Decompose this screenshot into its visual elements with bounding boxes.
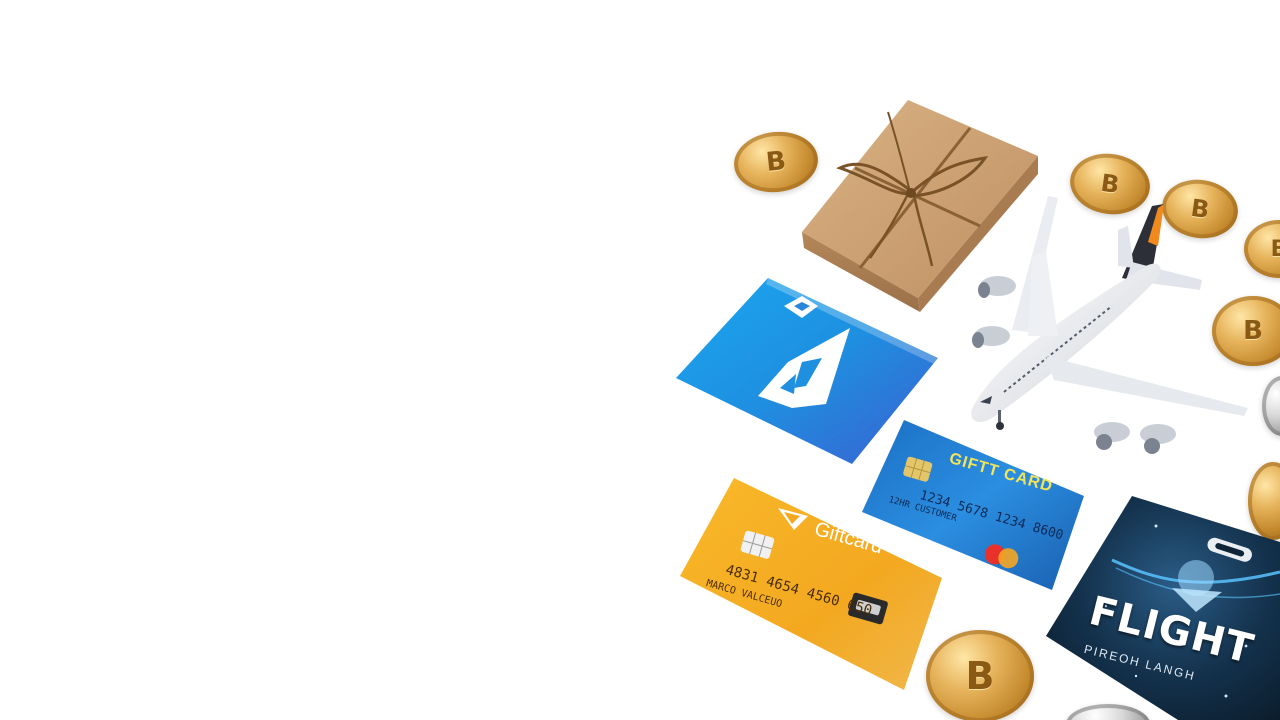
coin-symbol: B xyxy=(1098,168,1122,200)
coin-symbol: B xyxy=(764,146,788,178)
photo-scene: B B B B B B GIFTT CARD 1234 5678 1234 86… xyxy=(0,0,1280,720)
flight-gift-card: FLIGHT PIREOH LANGH xyxy=(1046,496,1280,720)
coin-symbol: B xyxy=(965,654,995,698)
silver-coin xyxy=(1262,376,1280,436)
orange-gift-card: Giftcard 4831 4654 4560 650 MARCO VALCEU… xyxy=(680,478,942,690)
bitcoin-coin: B xyxy=(926,630,1034,720)
coin-symbol: B xyxy=(1270,236,1280,262)
